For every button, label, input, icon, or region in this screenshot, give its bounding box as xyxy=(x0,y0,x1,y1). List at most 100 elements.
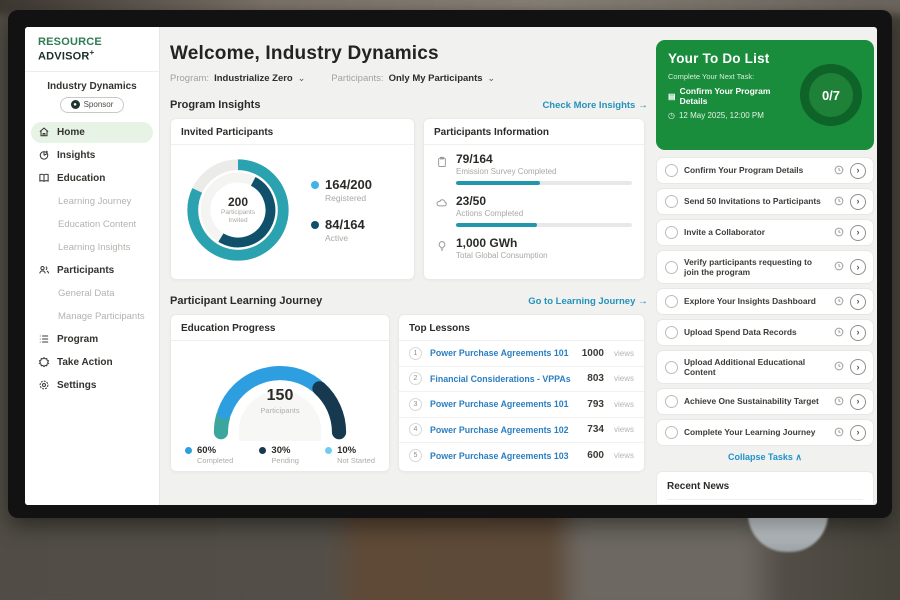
views-count: 793 xyxy=(587,399,604,410)
views-count: 1000 xyxy=(582,348,604,359)
progress-fill xyxy=(456,181,540,185)
task-item[interactable]: Invite a Collaborator › xyxy=(656,219,874,246)
task-item[interactable]: Send 50 Invitations to Participants › xyxy=(656,188,874,215)
task-item[interactable]: Complete Your Learning Journey › xyxy=(656,419,874,446)
legend-value: 164/200 xyxy=(325,177,372,192)
sidebar-item-label: Manage Participants xyxy=(58,311,145,322)
legend-dot xyxy=(185,447,192,454)
lesson-link[interactable]: Power Purchase Agreements 102 xyxy=(430,425,579,435)
sidebar-item-settings[interactable]: Settings xyxy=(25,374,159,397)
todo-due: ◷ 12 May 2025, 12:00 PM xyxy=(668,111,800,120)
brand-plus: + xyxy=(90,48,95,57)
task-open-button[interactable]: › xyxy=(850,425,866,441)
task-checkbox[interactable] xyxy=(665,226,678,239)
rank-badge: 1 xyxy=(409,347,422,360)
task-checkbox[interactable] xyxy=(665,261,678,274)
legend-label: Pending xyxy=(271,456,299,465)
task-checkbox[interactable] xyxy=(665,326,678,339)
task-open-button[interactable]: › xyxy=(850,194,866,210)
task-open-button[interactable]: › xyxy=(850,163,866,179)
home-icon xyxy=(38,126,50,138)
views-suffix: views xyxy=(614,374,634,383)
progress-track xyxy=(456,223,632,227)
task-open-button[interactable]: › xyxy=(850,259,866,275)
main-area: Welcome, Industry Dynamics Program: Indu… xyxy=(160,27,877,505)
task-checkbox[interactable] xyxy=(665,295,678,308)
card-title: Education Progress xyxy=(171,315,389,341)
task-checkbox[interactable] xyxy=(665,361,678,374)
task-open-button[interactable]: › xyxy=(850,325,866,341)
learning-journey-header: Participant Learning Journey Go to Learn… xyxy=(170,295,648,307)
program-dropdown[interactable]: Program: Industrialize Zero ⌄ xyxy=(170,73,305,84)
progress-track xyxy=(456,181,632,185)
gauge-center: 150 Participants xyxy=(198,387,362,415)
lesson-link[interactable]: Power Purchase Agreements 101 xyxy=(430,348,574,358)
education-progress-card: Education Progress 150 xyxy=(170,314,390,472)
sidebar-item-label: Participants xyxy=(57,265,114,276)
program-value: Industrialize Zero xyxy=(214,73,293,84)
sidebar-item-program[interactable]: Program xyxy=(25,328,159,351)
task-label: Explore Your Insights Dashboard xyxy=(684,296,828,307)
task-open-button[interactable]: › xyxy=(850,394,866,410)
views-count: 600 xyxy=(587,450,604,461)
task-item[interactable]: Verify participants requesting to join t… xyxy=(656,250,874,284)
sponsor-badge[interactable]: ● Sponsor xyxy=(60,97,124,113)
actions-icon xyxy=(436,198,448,210)
dashboard-screen: RESOURCE ADVISOR+ Industry Dynamics ● Sp… xyxy=(25,27,877,505)
sidebar-item-insights[interactable]: Insights xyxy=(25,144,159,167)
card-title: Invited Participants xyxy=(171,119,414,145)
sidebar-item-education[interactable]: Education xyxy=(25,167,159,190)
task-item[interactable]: Upload Spend Data Records › xyxy=(656,319,874,346)
task-item[interactable]: Upload Additional Educational Content › xyxy=(656,350,874,384)
lesson-link[interactable]: Power Purchase Agreements 101 xyxy=(430,399,579,409)
participants-dropdown[interactable]: Participants: Only My Participants ⌄ xyxy=(331,73,495,84)
monitor-bezel: RESOURCE ADVISOR+ Industry Dynamics ● Sp… xyxy=(8,10,892,518)
stat-label: Total Global Consumption xyxy=(456,251,632,260)
task-checkbox[interactable] xyxy=(665,164,678,177)
task-item[interactable]: Confirm Your Program Details › xyxy=(656,157,874,184)
invited-participants-card: Invited Participants xyxy=(170,118,415,280)
task-open-button[interactable]: › xyxy=(850,359,866,375)
lesson-row[interactable]: 4 Power Purchase Agreements 102 734 view… xyxy=(399,418,644,444)
sidebar-item-label: Insights xyxy=(57,150,95,161)
task-checkbox[interactable] xyxy=(665,426,678,439)
task-open-button[interactable]: › xyxy=(850,294,866,310)
brand-primary: RESOURCE xyxy=(38,36,102,48)
sidebar-item-general-data[interactable]: General Data xyxy=(25,282,159,305)
clock-icon xyxy=(834,358,844,376)
legend-item-active: 84/164 Active xyxy=(311,217,372,243)
task-item[interactable]: Explore Your Insights Dashboard › xyxy=(656,288,874,315)
sidebar-item-label: Take Action xyxy=(57,357,113,368)
sidebar-item-learning-journey[interactable]: Learning Journey xyxy=(25,190,159,213)
lesson-row[interactable]: 5 Power Purchase Agreements 103 600 view… xyxy=(399,443,644,469)
sidebar-item-home[interactable]: Home xyxy=(31,122,153,143)
views-suffix: views xyxy=(614,425,634,434)
sidebar-item-learning-insights[interactable]: Learning Insights xyxy=(25,236,159,259)
lesson-row[interactable]: 1 Power Purchase Agreements 101 1000 vie… xyxy=(399,341,644,367)
lesson-row[interactable]: 2 Financial Considerations - VPPAs 803 v… xyxy=(399,367,644,393)
stat-actions-completed: 23/50 Actions Completed xyxy=(436,194,632,227)
sidebar-item-manage-participants[interactable]: Manage Participants xyxy=(25,305,159,328)
clock-icon xyxy=(834,162,844,180)
lesson-row[interactable]: 3 Power Purchase Agreements 101 793 view… xyxy=(399,392,644,418)
collapse-tasks-link[interactable]: Collapse Tasks ∧ xyxy=(656,452,874,463)
views-suffix: views xyxy=(614,400,634,409)
page-title: Welcome, Industry Dynamics xyxy=(170,43,648,65)
invited-donut-chart: 200 Participants Invited xyxy=(179,151,297,269)
sidebar-item-label: Education Content xyxy=(58,219,136,230)
lesson-link[interactable]: Power Purchase Agreements 103 xyxy=(430,451,579,461)
go-to-learning-journey-link[interactable]: Go to Learning Journey → xyxy=(528,296,648,307)
task-item[interactable]: Achieve One Sustainability Target › xyxy=(656,388,874,415)
legend-label: Not Started xyxy=(337,456,375,465)
todo-next-task[interactable]: ▤ Confirm Your Program Details xyxy=(668,86,800,106)
task-open-button[interactable]: › xyxy=(850,225,866,241)
sidebar-item-participants[interactable]: Participants xyxy=(25,259,159,282)
lesson-link[interactable]: Financial Considerations - VPPAs xyxy=(430,374,579,384)
chevron-down-icon: ⌄ xyxy=(298,73,306,84)
task-checkbox[interactable] xyxy=(665,195,678,208)
sidebar-item-education-content[interactable]: Education Content xyxy=(25,213,159,236)
check-more-insights-link[interactable]: Check More Insights → xyxy=(542,100,648,111)
chevron-up-icon: ∧ xyxy=(795,452,802,462)
task-checkbox[interactable] xyxy=(665,395,678,408)
sidebar-item-take-action[interactable]: Take Action xyxy=(25,351,159,374)
